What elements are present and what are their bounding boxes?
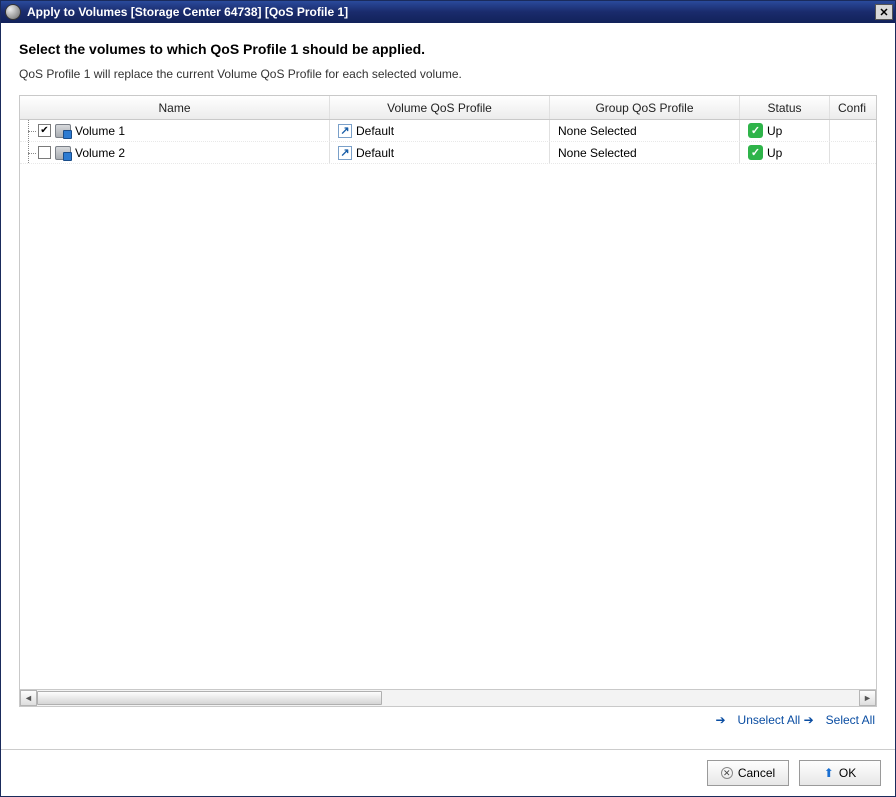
app-icon bbox=[5, 4, 21, 20]
volume-qos-value: Default bbox=[356, 146, 394, 160]
table-row[interactable]: ✔ Volume 1 ↗ Default None Selected ✓ Up bbox=[20, 120, 876, 142]
volume-qos-value: Default bbox=[356, 124, 394, 138]
cancel-icon: ✕ bbox=[721, 767, 733, 779]
scroll-left-arrow-icon[interactable]: ◄ bbox=[20, 690, 37, 706]
column-header-status-label: Status bbox=[767, 101, 801, 115]
selection-links: ➔Unselect All ➔Select All bbox=[19, 707, 877, 739]
content-area: Select the volumes to which QoS Profile … bbox=[1, 23, 895, 749]
column-header-vqos-label: Volume QoS Profile bbox=[387, 101, 492, 115]
window-title: Apply to Volumes [Storage Center 64738] … bbox=[27, 5, 875, 19]
column-header-gqos[interactable]: Group QoS Profile bbox=[550, 96, 740, 119]
grid-body: ✔ Volume 1 ↗ Default None Selected ✓ Up bbox=[20, 120, 876, 689]
titlebar: Apply to Volumes [Storage Center 64738] … bbox=[1, 1, 895, 23]
grid-header: Name Volume QoS Profile Group QoS Profil… bbox=[20, 96, 876, 120]
cancel-button[interactable]: ✕ Cancel bbox=[707, 760, 789, 786]
row-checkbox[interactable]: ✔ bbox=[38, 124, 51, 137]
volume-icon bbox=[55, 146, 71, 160]
close-button[interactable]: ✕ bbox=[875, 4, 893, 20]
status-value: Up bbox=[767, 124, 782, 138]
scroll-right-arrow-icon[interactable]: ► bbox=[859, 690, 876, 706]
select-all-label: Select All bbox=[826, 713, 875, 727]
ok-label: OK bbox=[839, 766, 856, 780]
volume-name: Volume 2 bbox=[75, 146, 125, 160]
column-header-vqos[interactable]: Volume QoS Profile bbox=[330, 96, 550, 119]
column-header-gqos-label: Group QoS Profile bbox=[595, 101, 693, 115]
page-subheading: QoS Profile 1 will replace the current V… bbox=[19, 67, 877, 81]
column-header-name-label: Name bbox=[158, 101, 190, 115]
volumes-grid: Name Volume QoS Profile Group QoS Profil… bbox=[19, 95, 877, 707]
dialog-footer: ✕ Cancel ⬆ OK bbox=[1, 749, 895, 796]
profile-link-icon: ↗ bbox=[338, 124, 352, 138]
scroll-track[interactable] bbox=[37, 690, 859, 706]
scroll-thumb[interactable] bbox=[37, 691, 382, 705]
tree-branch bbox=[28, 131, 36, 132]
select-all-link[interactable]: Select All bbox=[826, 713, 875, 727]
column-header-status[interactable]: Status bbox=[740, 96, 830, 119]
column-header-conf[interactable]: Confi bbox=[830, 96, 875, 119]
column-header-conf-label: Confi bbox=[838, 101, 866, 115]
ok-arrow-icon: ⬆ bbox=[824, 766, 834, 780]
table-row[interactable]: Volume 2 ↗ Default None Selected ✓ Up bbox=[20, 142, 876, 164]
status-up-icon: ✓ bbox=[748, 145, 763, 160]
volume-icon bbox=[55, 124, 71, 138]
page-heading: Select the volumes to which QoS Profile … bbox=[19, 41, 877, 57]
ok-button[interactable]: ⬆ OK bbox=[799, 760, 881, 786]
cancel-label: Cancel bbox=[738, 766, 775, 780]
unselect-all-link[interactable]: Unselect All bbox=[738, 713, 801, 727]
arrow-right-icon: ➔ bbox=[715, 713, 725, 727]
status-value: Up bbox=[767, 146, 782, 160]
profile-link-icon: ↗ bbox=[338, 146, 352, 160]
tree-branch bbox=[28, 153, 36, 154]
volume-name: Volume 1 bbox=[75, 124, 125, 138]
group-qos-value: None Selected bbox=[558, 124, 637, 138]
close-icon: ✕ bbox=[879, 6, 888, 19]
dialog-window: Apply to Volumes [Storage Center 64738] … bbox=[0, 0, 896, 797]
row-checkbox[interactable] bbox=[38, 146, 51, 159]
unselect-all-label: Unselect All bbox=[738, 713, 801, 727]
arrow-right-icon: ➔ bbox=[804, 713, 814, 727]
column-header-name[interactable]: Name bbox=[20, 96, 330, 119]
status-up-icon: ✓ bbox=[748, 123, 763, 138]
horizontal-scrollbar[interactable]: ◄ ► bbox=[20, 689, 876, 706]
group-qos-value: None Selected bbox=[558, 146, 637, 160]
